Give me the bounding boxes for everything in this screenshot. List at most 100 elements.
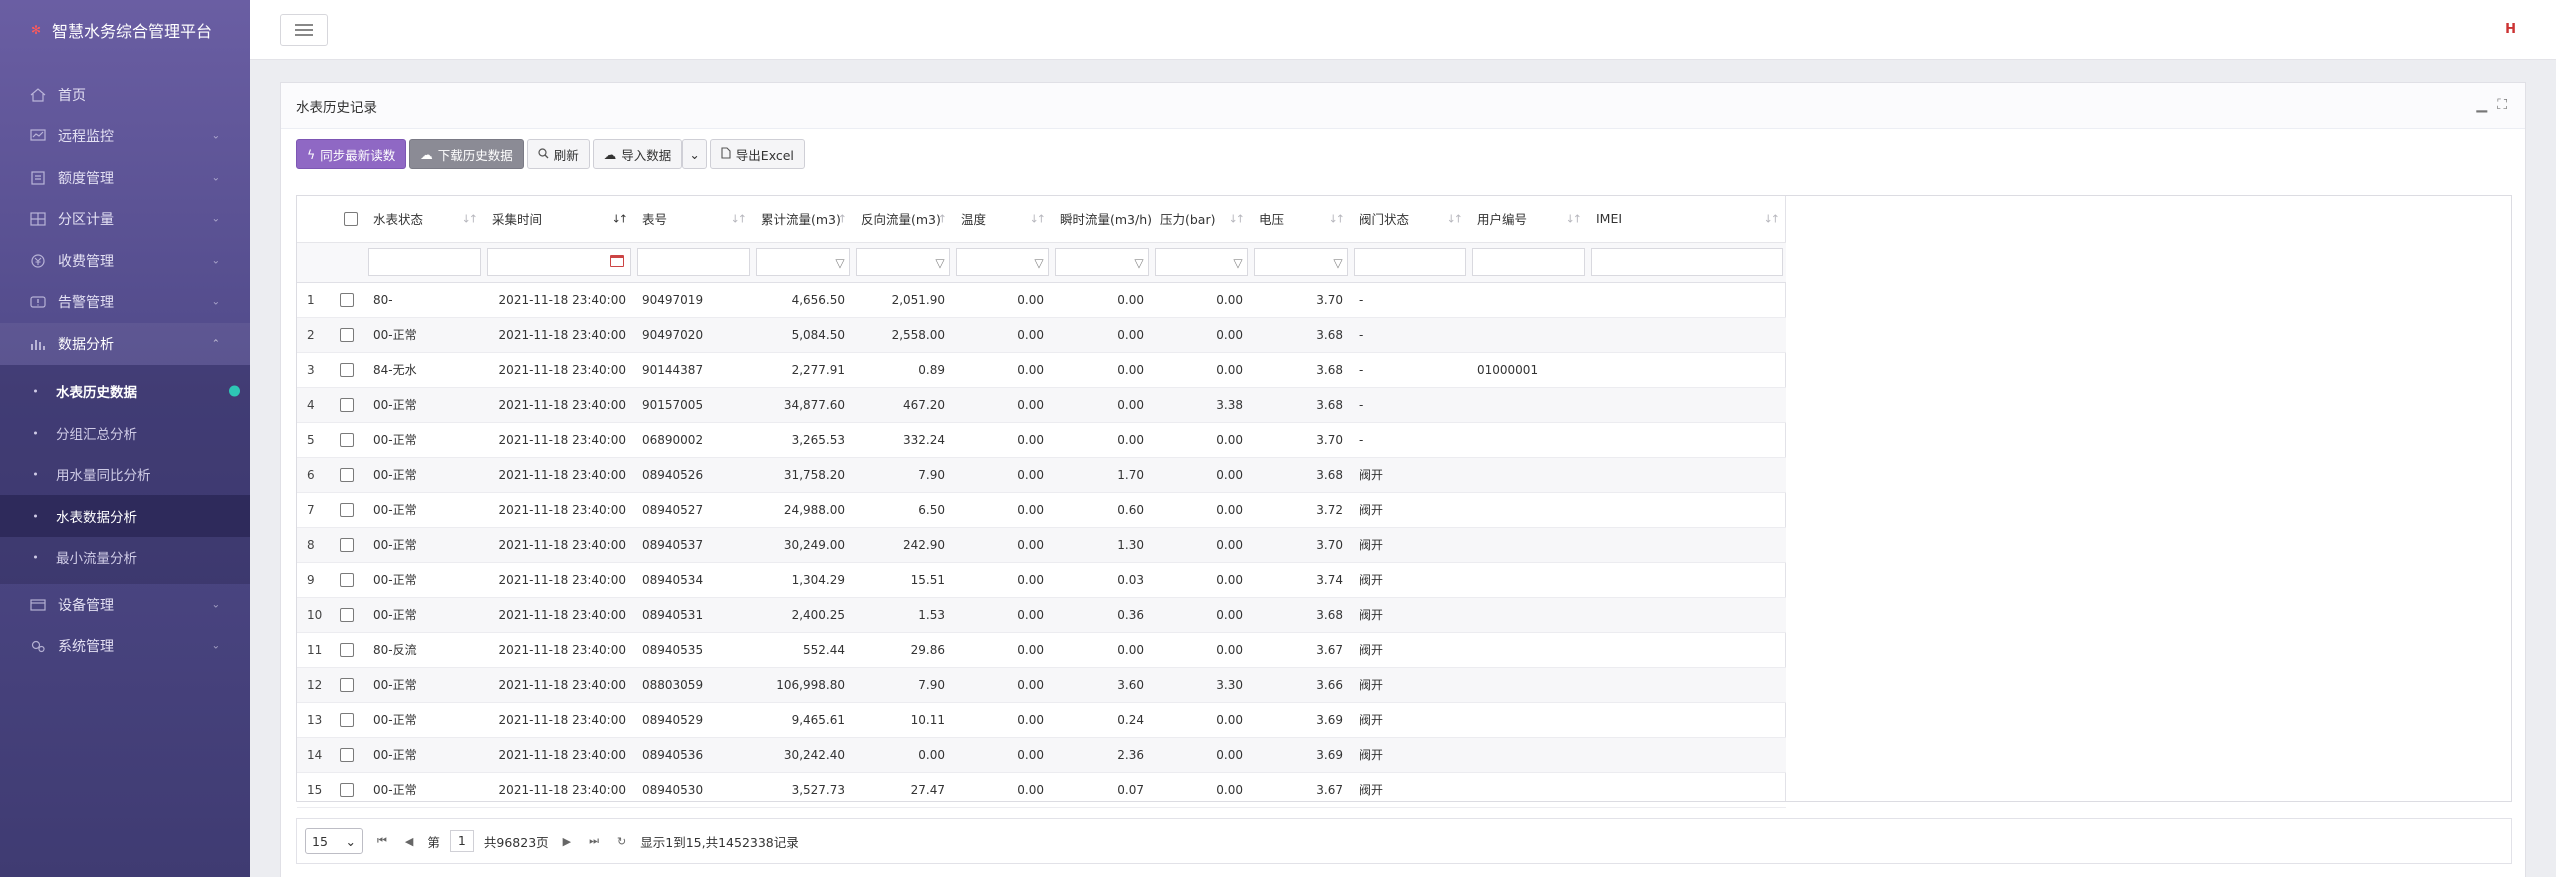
fullscreen-icon[interactable]: ⛶ bbox=[2497, 97, 2507, 113]
sort-icon[interactable]: ↑ bbox=[838, 212, 847, 225]
filter-collect-time-input[interactable] bbox=[487, 248, 631, 276]
row-checkbox[interactable] bbox=[340, 712, 354, 727]
filter-icon[interactable]: ▽ bbox=[1029, 253, 1049, 273]
sidebar-item-data-analysis[interactable]: 数据分析 ⌃ bbox=[0, 323, 250, 365]
filter-valve-status-input[interactable] bbox=[1354, 248, 1466, 276]
filter-imei-input[interactable] bbox=[1591, 248, 1783, 276]
col-header-pressure[interactable]: 压力(bar) ↓↑ bbox=[1152, 196, 1251, 242]
sub-item-min-flow[interactable]: 最小流量分析 bbox=[0, 537, 250, 579]
sidebar-item-alarm[interactable]: 告警管理 ⌄ bbox=[0, 282, 250, 324]
sort-icon[interactable]: ↓↑ bbox=[1229, 212, 1246, 225]
table-row[interactable]: 10 00-正常 2021-11-18 23:40:00 08940531 2,400.… bbox=[297, 597, 1786, 632]
import-dropdown-button[interactable]: ⌄ bbox=[682, 139, 707, 169]
table-row[interactable]: 6 00-正常 2021-11-18 23:40:00 08940526 31,758.… bbox=[297, 457, 1786, 492]
filter-icon[interactable]: ▽ bbox=[930, 253, 950, 273]
filter-status-input[interactable] bbox=[368, 248, 481, 276]
sub-item-meter-history[interactable]: 水表历史数据 bbox=[0, 371, 250, 413]
sidebar-item-device[interactable]: 设备管理 ⌄ bbox=[0, 584, 250, 626]
col-header-valve-status[interactable]: 阀门状态 ↓↑ bbox=[1351, 196, 1469, 242]
sort-icon[interactable]: ↓↑ bbox=[1030, 212, 1047, 225]
filter-icon[interactable]: ▽ bbox=[1228, 253, 1248, 273]
menu-toggle-button[interactable] bbox=[280, 14, 328, 46]
filter-pressure-input[interactable]: ▽ bbox=[1155, 248, 1248, 276]
brand[interactable]: ✻ 智慧水务综合管理平台 bbox=[0, 0, 250, 60]
filter-reverse-flow-input[interactable]: ▽ bbox=[856, 248, 950, 276]
filter-cumulative-flow-input[interactable]: ▽ bbox=[756, 248, 850, 276]
row-checkbox[interactable] bbox=[340, 747, 354, 762]
col-header-collect-time[interactable]: 采集时间 ↓↑ bbox=[484, 196, 634, 242]
sidebar-item-quota[interactable]: 额度管理 ⌄ bbox=[0, 157, 250, 199]
row-checkbox[interactable] bbox=[340, 432, 354, 447]
sub-item-meter-analysis[interactable]: 水表数据分析 bbox=[0, 495, 250, 537]
reload-icon[interactable]: ↻ bbox=[613, 835, 630, 848]
table-row[interactable]: 12 00-正常 2021-11-18 23:40:00 08803059 106,99… bbox=[297, 667, 1786, 702]
sort-icon[interactable]: ↓↑ bbox=[731, 212, 748, 225]
filter-temperature-input[interactable]: ▽ bbox=[956, 248, 1049, 276]
table-row[interactable]: 13 00-正常 2021-11-18 23:40:00 08940529 9,465.… bbox=[297, 702, 1786, 737]
sidebar-item-fee[interactable]: 收费管理 ⌄ bbox=[0, 240, 250, 282]
col-header-temperature[interactable]: 温度 ↓↑ bbox=[953, 196, 1052, 242]
first-page-icon[interactable]: ⏮ bbox=[373, 834, 391, 848]
row-checkbox[interactable] bbox=[340, 362, 354, 377]
table-row[interactable]: 14 00-正常 2021-11-18 23:40:00 08940536 30,242… bbox=[297, 737, 1786, 772]
prev-page-icon[interactable]: ◀ bbox=[401, 835, 417, 848]
sort-icon[interactable]: ↑ bbox=[938, 212, 947, 225]
table-row[interactable]: 8 00-正常 2021-11-18 23:40:00 08940537 30,249.… bbox=[297, 527, 1786, 562]
filter-icon[interactable]: ▽ bbox=[1328, 253, 1348, 273]
sub-item-group-summary[interactable]: 分组汇总分析 bbox=[0, 412, 250, 454]
row-checkbox[interactable] bbox=[340, 537, 354, 552]
minimize-icon[interactable]: ▁ bbox=[2476, 97, 2487, 113]
row-checkbox[interactable] bbox=[340, 327, 354, 342]
next-page-icon[interactable]: ▶ bbox=[559, 835, 575, 848]
table-row[interactable]: 4 00-正常 2021-11-18 23:40:00 90157005 34,877.… bbox=[297, 387, 1786, 422]
filter-meter-no-input[interactable] bbox=[637, 248, 750, 276]
col-header-meter-no[interactable]: 表号 ↓↑ bbox=[634, 196, 753, 242]
col-header-voltage[interactable]: 电压 ↓↑ bbox=[1251, 196, 1351, 242]
col-header-cumulative-flow[interactable]: 累计流量(m3) ↑ bbox=[753, 196, 853, 242]
row-checkbox[interactable] bbox=[340, 677, 354, 692]
table-row[interactable]: 1 80- 2021-11-18 23:40:00 90497019 4,656.50 2… bbox=[297, 282, 1786, 317]
table-row[interactable]: 2 00-正常 2021-11-18 23:40:00 90497020 5,084.5… bbox=[297, 317, 1786, 352]
row-checkbox[interactable] bbox=[340, 467, 354, 482]
page-size-select[interactable]: 15 ⌄ bbox=[305, 828, 363, 854]
row-checkbox[interactable] bbox=[340, 572, 354, 587]
sort-icon[interactable]: ↓↑ bbox=[1764, 212, 1781, 225]
sort-asc-icon[interactable]: ↓↑ bbox=[612, 212, 629, 225]
table-row[interactable]: 3 84-无水 2021-11-18 23:40:00 90144387 2,277.9… bbox=[297, 352, 1786, 387]
sync-latest-button[interactable]: ϟ 同步最新读数 bbox=[296, 139, 407, 169]
table-row[interactable]: 11 80-反流 2021-11-18 23:40:00 08940535 552.44… bbox=[297, 632, 1786, 667]
col-header-imei[interactable]: IMEI ↓↑ bbox=[1588, 196, 1786, 242]
sub-item-yoy-usage[interactable]: 用水量同比分析 bbox=[0, 454, 250, 496]
select-all-checkbox[interactable] bbox=[344, 211, 358, 226]
table-row[interactable]: 7 00-正常 2021-11-18 23:40:00 08940527 24,988.… bbox=[297, 492, 1786, 527]
refresh-button[interactable]: 刷新 bbox=[526, 139, 590, 169]
sidebar-item-zone-metering[interactable]: 分区计量 ⌄ bbox=[0, 199, 250, 241]
row-checkbox[interactable] bbox=[340, 782, 354, 797]
col-header-instant-flow[interactable]: 瞬时流量(m3/h) bbox=[1052, 196, 1152, 242]
row-checkbox[interactable] bbox=[340, 397, 354, 412]
col-header-status[interactable]: 水表状态 ↓↑ bbox=[365, 196, 484, 242]
calendar-icon[interactable] bbox=[610, 255, 624, 267]
sort-icon[interactable]: ↓↑ bbox=[462, 212, 479, 225]
download-history-button[interactable]: ☁ 下载历史数据 bbox=[409, 139, 524, 169]
sidebar-item-home[interactable]: 首页 bbox=[0, 74, 250, 116]
table-row[interactable]: 9 00-正常 2021-11-18 23:40:00 08940534 1,304.2… bbox=[297, 562, 1786, 597]
col-header-user-no[interactable]: 用户编号 ↓↑ bbox=[1469, 196, 1588, 242]
filter-voltage-input[interactable]: ▽ bbox=[1254, 248, 1348, 276]
sort-icon[interactable]: ↓↑ bbox=[1447, 212, 1464, 225]
filter-icon[interactable]: ▽ bbox=[830, 253, 850, 273]
row-checkbox[interactable] bbox=[340, 607, 354, 622]
import-data-button[interactable]: ☁ 导入数据 bbox=[592, 139, 683, 169]
col-header-reverse-flow[interactable]: 反向流量(m3) ↑ bbox=[853, 196, 953, 242]
row-checkbox[interactable] bbox=[340, 292, 354, 307]
filter-icon[interactable]: ▽ bbox=[1129, 253, 1149, 273]
filter-instant-flow-input[interactable]: ▽ bbox=[1055, 248, 1149, 276]
export-excel-button[interactable]: 导出Excel bbox=[709, 139, 805, 169]
current-page-input[interactable]: 1 bbox=[449, 830, 474, 852]
last-page-icon[interactable]: ⏭ bbox=[585, 834, 603, 848]
sidebar-item-system[interactable]: 系统管理 ⌄ bbox=[0, 626, 250, 668]
table-row[interactable]: 15 00-正常 2021-11-18 23:40:00 08940530 3,527.… bbox=[297, 772, 1786, 807]
sort-icon[interactable]: ↓↑ bbox=[1329, 212, 1346, 225]
sort-icon[interactable]: ↓↑ bbox=[1566, 212, 1583, 225]
table-row[interactable]: 5 00-正常 2021-11-18 23:40:00 06890002 3,265.5… bbox=[297, 422, 1786, 457]
